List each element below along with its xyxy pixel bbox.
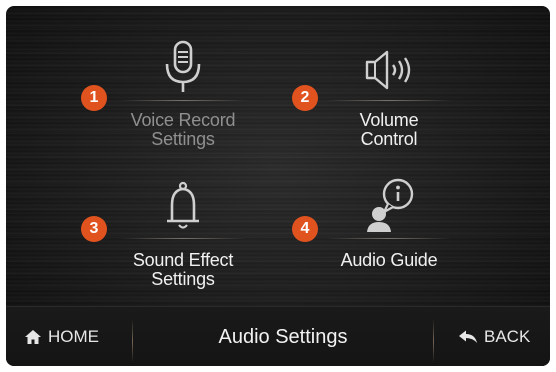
tile-number-badge: 4: [292, 216, 318, 242]
bell-icon: [158, 178, 208, 234]
home-button[interactable]: HOME: [24, 325, 99, 349]
voice-record-settings-tile[interactable]: Voice Record Settings: [93, 40, 273, 180]
tile-divider: [326, 100, 452, 101]
tile-number-badge: 2: [292, 85, 318, 111]
back-label: BACK: [484, 327, 531, 346]
tile-divider: [120, 100, 246, 101]
audio-settings-screen: Voice Record Settings 1 Volume Control 2: [6, 6, 550, 366]
person-info-icon: [357, 178, 421, 234]
tile-label: Voice Record Settings: [130, 110, 236, 149]
tile-number-badge: 3: [81, 216, 107, 242]
home-label: HOME: [48, 327, 99, 346]
tile-number-badge: 1: [81, 85, 107, 111]
sound-effect-settings-tile[interactable]: Sound Effect Settings: [93, 178, 273, 318]
bar-divider: [433, 319, 434, 363]
tile-label: Audio Guide: [340, 250, 438, 270]
back-button[interactable]: BACK: [458, 325, 530, 349]
tile-label: Sound Effect Settings: [132, 250, 234, 289]
speaker-volume-icon: [357, 40, 421, 96]
page-title: Audio Settings: [218, 326, 348, 348]
home-icon: [25, 330, 41, 344]
volume-control-tile[interactable]: Volume Control: [299, 40, 479, 180]
tile-divider: [120, 238, 246, 239]
microphone-icon: [158, 40, 208, 96]
tile-divider: [326, 238, 452, 239]
tile-label: Volume Control: [359, 110, 419, 149]
bottom-bar: HOME Audio Settings BACK: [6, 306, 550, 366]
audio-guide-tile[interactable]: Audio Guide: [299, 178, 479, 318]
back-arrow-icon: [459, 330, 477, 343]
